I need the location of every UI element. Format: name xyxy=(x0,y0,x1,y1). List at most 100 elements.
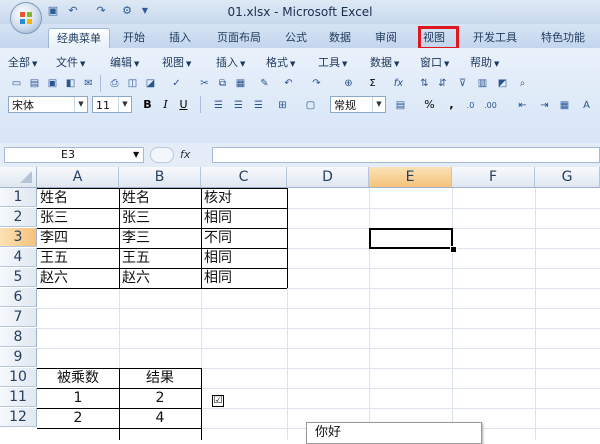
paste-icon[interactable]: ▦ xyxy=(232,75,249,92)
cell-c1[interactable]: 核对 xyxy=(201,188,287,208)
currency-icon[interactable]: ▤ xyxy=(392,97,409,114)
research-icon[interactable]: ◪ xyxy=(142,75,159,92)
formula-bar-splitter[interactable] xyxy=(150,147,174,163)
increase-decimal-icon[interactable]: .0 xyxy=(462,97,479,114)
cell-a2[interactable]: 张三 xyxy=(37,208,119,228)
menu-all[interactable]: 全部 ▼ xyxy=(8,54,37,70)
column-header-b[interactable]: B xyxy=(119,167,201,188)
row-header-2[interactable]: 2 xyxy=(0,208,37,227)
column-header-f[interactable]: F xyxy=(452,167,535,188)
name-box[interactable]: E3 ▼ xyxy=(4,147,144,163)
chart-icon[interactable]: ▥ xyxy=(474,75,491,92)
column-header-a[interactable]: A xyxy=(37,167,119,188)
tab-formulas[interactable]: 公式 xyxy=(278,28,314,47)
row-header-4[interactable]: 4 xyxy=(0,248,37,267)
menu-window[interactable]: 窗口 ▼ xyxy=(420,54,449,70)
row-header-10[interactable]: 10 xyxy=(0,368,37,387)
cell-c5[interactable]: 相同 xyxy=(201,268,287,288)
align-center-icon[interactable]: ☰ xyxy=(230,97,247,114)
chevron-down-icon[interactable]: ▼ xyxy=(138,4,152,18)
undo-icon[interactable]: ↶ xyxy=(66,4,80,18)
menu-file[interactable]: 文件 ▼ xyxy=(56,54,85,70)
email-icon[interactable]: ✉ xyxy=(80,75,97,92)
save-icon[interactable]: ▣ xyxy=(44,75,61,92)
cell-b10[interactable]: 结果 xyxy=(119,368,201,388)
spelling-icon[interactable]: ✓ xyxy=(168,75,185,92)
row-header-1[interactable]: 1 xyxy=(0,188,37,207)
sort-descending-icon[interactable]: ⇵ xyxy=(434,75,451,92)
column-header-d[interactable]: D xyxy=(287,167,369,188)
print-preview-icon[interactable]: ◫ xyxy=(124,75,141,92)
cell-b3[interactable]: 李三 xyxy=(119,228,201,248)
column-header-e[interactable]: E xyxy=(369,167,452,188)
align-right-icon[interactable]: ☰ xyxy=(250,97,267,114)
new-icon[interactable]: ▭ xyxy=(8,75,25,92)
format-painter-icon[interactable]: ✎ xyxy=(256,75,273,92)
tab-review[interactable]: 审阅 xyxy=(368,28,404,47)
border-icon[interactable]: ▢ xyxy=(302,97,319,114)
cell-a10[interactable]: 被乘数 xyxy=(37,368,119,388)
row-header-9[interactable]: 9 xyxy=(0,348,37,367)
cell-a1[interactable]: 姓名 xyxy=(37,188,119,208)
tab-page-layout[interactable]: 页面布局 xyxy=(210,28,268,47)
menu-tools[interactable]: 工具 ▼ xyxy=(318,54,347,70)
redo-icon[interactable]: ↷ xyxy=(308,75,325,92)
hyperlink-icon[interactable]: ⊕ xyxy=(340,75,357,92)
select-all-corner[interactable] xyxy=(0,167,37,188)
tab-insert[interactable]: 插入 xyxy=(162,28,198,47)
cell-a12[interactable]: 2 xyxy=(37,408,119,428)
row-header-8[interactable]: 8 xyxy=(0,328,37,347)
tab-special-functions[interactable]: 特色功能 xyxy=(534,28,592,47)
row-header-3[interactable]: 3 xyxy=(0,228,37,247)
cell-b12[interactable]: 4 xyxy=(119,408,201,428)
cell-a3[interactable]: 李四 xyxy=(37,228,119,248)
permission-icon[interactable]: ◧ xyxy=(62,75,79,92)
menu-data[interactable]: 数据 ▼ xyxy=(370,54,399,70)
merge-center-icon[interactable]: ⊞ xyxy=(274,97,291,114)
autosum-icon[interactable]: Σ xyxy=(364,75,381,92)
redo-icon[interactable]: ↷ xyxy=(94,4,108,18)
cell-b5[interactable]: 赵六 xyxy=(119,268,201,288)
cell-b2[interactable]: 张三 xyxy=(119,208,201,228)
copy-icon[interactable]: ⧉ xyxy=(214,75,231,92)
filter-icon[interactable]: ⊽ xyxy=(454,75,471,92)
cell-a5[interactable]: 赵六 xyxy=(37,268,119,288)
insert-function-icon[interactable]: fx xyxy=(390,75,407,92)
row-header-5[interactable]: 5 xyxy=(0,268,37,287)
number-format-select[interactable]: 常规 ▼ xyxy=(330,96,386,113)
tab-classic-menu[interactable]: 经典菜单 xyxy=(48,28,110,48)
sort-ascending-icon[interactable]: ⇅ xyxy=(416,75,433,92)
menu-edit[interactable]: 编辑 ▼ xyxy=(110,54,139,70)
print-icon[interactable]: ⎙ xyxy=(106,75,123,92)
row-header-12[interactable]: 12 xyxy=(0,408,37,427)
bold-button[interactable]: B xyxy=(140,97,155,112)
menu-help[interactable]: 帮助 ▼ xyxy=(470,54,499,70)
customize-icon[interactable]: ⚙ xyxy=(120,4,134,18)
row-header-6[interactable]: 6 xyxy=(0,288,37,307)
font-color-icon[interactable]: A xyxy=(578,97,595,114)
cell-a4[interactable]: 王五 xyxy=(37,248,119,268)
save-icon[interactable]: ▣ xyxy=(46,4,60,18)
open-icon[interactable]: ▤ xyxy=(26,75,43,92)
decrease-decimal-icon[interactable]: .00 xyxy=(482,97,499,114)
column-header-c[interactable]: C xyxy=(201,167,287,188)
cell-a11[interactable]: 1 xyxy=(37,388,119,408)
formula-input[interactable] xyxy=(212,147,600,163)
fill-handle[interactable] xyxy=(450,246,457,253)
cell-c2[interactable]: 相同 xyxy=(201,208,287,228)
active-cell-e3[interactable] xyxy=(369,228,453,249)
drawing-icon[interactable]: ◩ xyxy=(494,75,511,92)
align-left-icon[interactable]: ☰ xyxy=(210,97,227,114)
cell-b11[interactable]: 2 xyxy=(119,388,201,408)
undo-icon[interactable]: ↶ xyxy=(280,75,297,92)
row-header-11[interactable]: 11 xyxy=(0,388,37,407)
menu-insert[interactable]: 插入 ▼ xyxy=(216,54,245,70)
font-name-select[interactable]: 宋体 ▼ xyxy=(8,96,88,113)
column-header-g[interactable]: G xyxy=(535,167,600,188)
menu-view[interactable]: 视图 ▼ xyxy=(162,54,191,70)
underline-button[interactable]: U xyxy=(176,97,191,112)
percent-button[interactable]: % xyxy=(422,97,437,112)
fill-color-icon[interactable]: ▦ xyxy=(556,97,573,114)
tab-developer[interactable]: 开发工具 xyxy=(466,28,524,47)
cell-c3[interactable]: 不同 xyxy=(201,228,287,248)
